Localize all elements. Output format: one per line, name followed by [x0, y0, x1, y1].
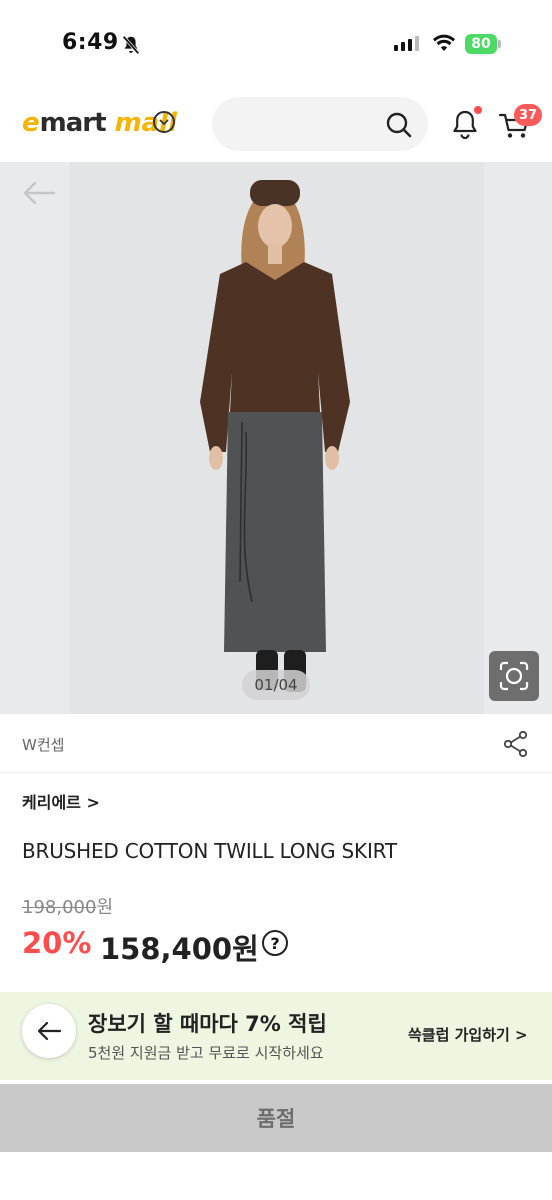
floating-back-button[interactable]: [22, 1004, 76, 1058]
sale-price: 158,400원: [100, 932, 259, 966]
promo-title: 장보기 할 때마다 7% 적립: [88, 1012, 327, 1036]
image-counter: 01/04: [242, 670, 310, 700]
original-price-unit: 원: [96, 897, 113, 918]
section-divider: [0, 772, 552, 773]
original-price: 198,000원: [22, 893, 113, 919]
wifi-icon: [433, 34, 455, 51]
promo-signup-link[interactable]: 쓱클럽 가입하기 >: [408, 1024, 528, 1045]
logo-e: e: [22, 108, 40, 138]
cart-count-badge: 37: [514, 104, 542, 126]
logo-mart: mart: [39, 108, 107, 138]
chevron-down-glyph: [159, 119, 169, 126]
silent-bell-icon: [122, 35, 140, 55]
chevron-down-icon[interactable]: [153, 111, 175, 133]
model-illustration: [200, 180, 350, 692]
back-arrow-icon: [37, 1021, 62, 1041]
promo-subtitle: 5천원 지원금 받고 무료로 시작하세요: [88, 1044, 324, 1062]
cellular-signal-icon: [394, 36, 419, 51]
back-arrow-icon[interactable]: [22, 180, 56, 206]
store-name[interactable]: W컨셉: [22, 734, 64, 755]
original-price-value: 198,000: [22, 897, 97, 918]
price-help-icon[interactable]: ?: [262, 930, 288, 956]
product-photo: [70, 162, 484, 714]
camera-lens-icon: [499, 661, 529, 691]
soldout-button[interactable]: 품절: [0, 1084, 552, 1152]
notification-dot: [474, 106, 482, 114]
product-title: BRUSHED COTTON TWILL LONG SKIRT: [22, 839, 397, 863]
search-icon[interactable]: [384, 110, 414, 140]
image-search-button[interactable]: [489, 651, 539, 701]
brand-link[interactable]: 케리에르 >: [22, 789, 100, 813]
product-image-carousel[interactable]: [0, 162, 552, 714]
discount-rate: 20%: [22, 926, 92, 960]
status-time: 6:49: [62, 30, 119, 55]
battery-indicator: 80: [465, 34, 497, 54]
battery-tip: [498, 40, 501, 48]
share-icon[interactable]: [503, 730, 529, 758]
